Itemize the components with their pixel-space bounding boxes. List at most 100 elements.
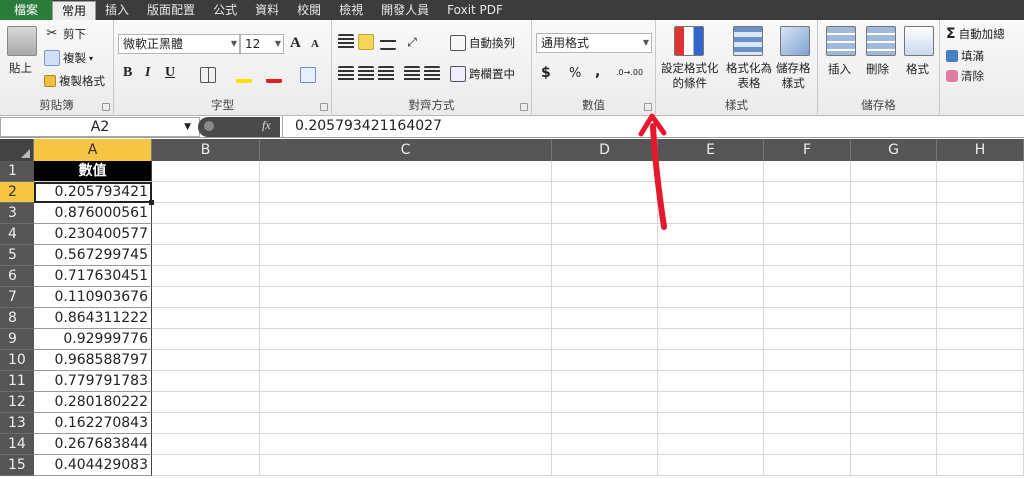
cell-c8[interactable] (260, 308, 552, 329)
cell-a2[interactable]: 0.205793421 (34, 182, 152, 203)
cell-a10[interactable]: 0.968588797 (34, 350, 152, 371)
merge-center-button[interactable]: 跨欄置中 (450, 66, 515, 82)
column-header-d[interactable]: D (552, 139, 658, 161)
cell-b3[interactable] (152, 203, 260, 224)
row-header-15[interactable]: 15 (0, 455, 34, 476)
italic-button[interactable]: I (145, 65, 150, 81)
number-format-launcher-icon[interactable] (644, 103, 652, 111)
cell-c11[interactable] (260, 371, 552, 392)
cell-f10[interactable] (764, 350, 851, 371)
cell-g10[interactable] (851, 350, 937, 371)
cell-b8[interactable] (152, 308, 260, 329)
cell-d11[interactable] (552, 371, 658, 392)
font-launcher-icon[interactable] (320, 103, 328, 111)
cell-f7[interactable] (764, 287, 851, 308)
cell-h9[interactable] (937, 329, 1024, 350)
font-size-select[interactable]: 12 ▼ (240, 34, 284, 54)
cell-h8[interactable] (937, 308, 1024, 329)
cut-button[interactable]: ✂ 剪下 (44, 26, 86, 42)
cell-c10[interactable] (260, 350, 552, 371)
column-header-b[interactable]: B (152, 139, 260, 161)
cell-b6[interactable] (152, 266, 260, 287)
cell-e6[interactable] (658, 266, 764, 287)
cell-a11[interactable]: 0.779791783 (34, 371, 152, 392)
cell-h3[interactable] (937, 203, 1024, 224)
bold-button[interactable]: B (123, 65, 132, 81)
cell-c15[interactable] (260, 455, 552, 476)
cell-f4[interactable] (764, 224, 851, 245)
cell-b2[interactable] (152, 182, 260, 203)
cell-f1[interactable] (764, 161, 851, 182)
cell-c5[interactable] (260, 245, 552, 266)
cell-c14[interactable] (260, 434, 552, 455)
align-middle-icon[interactable] (358, 34, 374, 50)
column-header-f[interactable]: F (764, 139, 851, 161)
cell-f5[interactable] (764, 245, 851, 266)
increase-decimal-button[interactable]: .0→.00 (616, 68, 643, 77)
cell-b5[interactable] (152, 245, 260, 266)
paste-button[interactable]: 貼上 (9, 60, 32, 76)
cell-h1[interactable] (937, 161, 1024, 182)
cell-styles-button[interactable]: 儲存格 樣式 (776, 61, 811, 91)
fill-button[interactable]: 填滿 (946, 48, 984, 64)
cell-b11[interactable] (152, 371, 260, 392)
row-header-5[interactable]: 5 (0, 245, 34, 266)
cell-e3[interactable] (658, 203, 764, 224)
cell-f12[interactable] (764, 392, 851, 413)
cell-c7[interactable] (260, 287, 552, 308)
row-header-8[interactable]: 8 (0, 308, 34, 329)
wrap-text-button[interactable]: 自動換列 (450, 35, 515, 51)
cell-d14[interactable] (552, 434, 658, 455)
name-box[interactable]: A2 ▼ (0, 117, 200, 137)
cell-a15[interactable]: 0.404429083 (34, 455, 152, 476)
align-top-icon[interactable] (338, 34, 354, 50)
cell-d1[interactable] (552, 161, 658, 182)
phonetic-icon[interactable] (300, 67, 316, 83)
decrease-indent-icon[interactable] (404, 66, 420, 82)
cell-b12[interactable] (152, 392, 260, 413)
cell-g14[interactable] (851, 434, 937, 455)
delete-cells-button[interactable]: 刪除 (866, 61, 889, 77)
cell-c13[interactable] (260, 413, 552, 434)
cell-b1[interactable] (152, 161, 260, 182)
row-header-7[interactable]: 7 (0, 287, 34, 308)
grow-font-button[interactable]: A (290, 35, 301, 52)
cell-f3[interactable] (764, 203, 851, 224)
cell-g3[interactable] (851, 203, 937, 224)
orientation-icon[interactable]: ⤢ (404, 34, 420, 50)
increase-indent-icon[interactable] (424, 66, 440, 82)
cell-c12[interactable] (260, 392, 552, 413)
tab-formulas[interactable]: 公式 (204, 0, 246, 20)
cell-b9[interactable] (152, 329, 260, 350)
align-bottom-icon[interactable] (380, 34, 396, 50)
alignment-launcher-icon[interactable] (520, 103, 528, 111)
cell-d10[interactable] (552, 350, 658, 371)
tab-foxit-pdf[interactable]: Foxit PDF (438, 0, 512, 20)
cell-a8[interactable]: 0.864311222 (34, 308, 152, 329)
cell-g13[interactable] (851, 413, 937, 434)
conditional-formatting-button[interactable]: 設定格式化 的條件 (661, 61, 719, 91)
row-header-13[interactable]: 13 (0, 413, 34, 434)
column-header-h[interactable]: H (937, 139, 1024, 161)
cell-h4[interactable] (937, 224, 1024, 245)
cell-h12[interactable] (937, 392, 1024, 413)
cell-g5[interactable] (851, 245, 937, 266)
cell-g12[interactable] (851, 392, 937, 413)
cell-a14[interactable]: 0.267683844 (34, 434, 152, 455)
cell-b4[interactable] (152, 224, 260, 245)
tab-insert[interactable]: 插入 (96, 0, 138, 20)
cell-e9[interactable] (658, 329, 764, 350)
cell-a1[interactable]: 數值 (34, 161, 152, 182)
cell-e5[interactable] (658, 245, 764, 266)
cell-g9[interactable] (851, 329, 937, 350)
cell-c4[interactable] (260, 224, 552, 245)
shrink-font-button[interactable]: A (311, 38, 319, 50)
row-header-3[interactable]: 3 (0, 203, 34, 224)
font-color-icon[interactable] (266, 67, 282, 83)
cell-d7[interactable] (552, 287, 658, 308)
cell-h10[interactable] (937, 350, 1024, 371)
cell-c9[interactable] (260, 329, 552, 350)
cell-e1[interactable] (658, 161, 764, 182)
format-painter-button[interactable]: 複製格式 (44, 73, 105, 89)
cell-d9[interactable] (552, 329, 658, 350)
